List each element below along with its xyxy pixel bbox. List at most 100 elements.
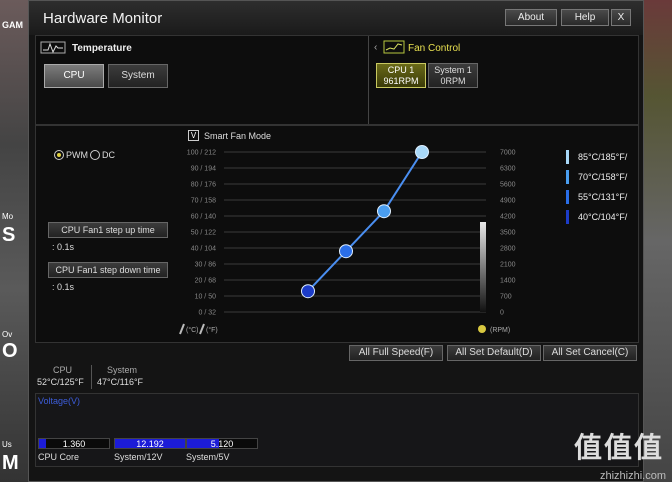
bg-text: S [2,224,16,246]
background-left-strip: GAM Mo S Ov O Us M [0,0,30,482]
bg-text: Mo [2,212,14,221]
all-set-cancel-button[interactable]: All Set Cancel(C) [543,345,637,361]
y-left-tick-label: 40 / 104 [191,246,216,253]
bg-text: Us [2,440,12,449]
voltage-value: 5.120 [210,439,234,449]
thermometer-icon [199,323,205,335]
bg-text: M [2,452,19,474]
fan-curve-point [415,145,429,159]
y-right-tick-label: 2100 [500,262,516,269]
fan-cpu1-name: CPU 1 [387,65,415,75]
rpm-indicator-bar [480,222,486,312]
step-down-time-value: : 0.1s [52,282,75,292]
y-right-tick-label: 1400 [500,278,516,285]
voltage-value: 1.360 [62,439,86,449]
fan-curve-panel: PWM DC CPU Fan1 step up time : 0.1s CPU … [35,125,639,343]
smart-fan-checkbox[interactable]: V [188,130,199,141]
y-left-tick-label: 0 / 32 [198,310,216,317]
pwm-label: PWM [66,150,88,160]
y-left-tick-label: 10 / 50 [195,294,217,301]
hardware-monitor-window: Hardware Monitor About Help X Temperatur… [28,0,644,482]
thermometer-icon [179,323,185,335]
step-down-time-button[interactable]: CPU Fan1 step down time [48,262,168,278]
pwm-radio[interactable] [54,150,64,160]
y-left-tick-label: 50 / 122 [191,230,216,237]
step-up-time-value: : 0.1s [52,242,75,252]
fan-cpu1-rpm: 961RPM [383,76,419,86]
help-button[interactable]: Help [561,9,609,26]
y-right-tick-label: 3500 [500,230,516,237]
legend-swatch [566,210,569,224]
fan-control-icon [383,40,405,54]
x-unit-celsius: (°C) [186,326,199,334]
voltage-value: 12.192 [136,439,164,449]
fan-curve-point [339,244,353,259]
legend-temp: 40°C/104°F/ [578,212,628,222]
y-left-tick-label: 100 / 212 [187,150,216,157]
y-right-tick-label: 7000 [500,150,516,157]
dc-radio[interactable] [90,150,100,160]
legend-swatch [566,190,569,204]
legend-swatch [566,170,569,184]
legend-swatch [566,150,569,164]
y-right-tick-label: 0 [500,310,504,317]
all-full-speed-button[interactable]: All Full Speed(F) [349,345,443,361]
fan-system1-rpm: 0RPM [440,76,466,86]
rpm-unit-label: (RPM) [490,327,510,334]
fan-system1-button[interactable]: System 1 0RPM [428,63,478,88]
step-up-time-button[interactable]: CPU Fan1 step up time [48,222,168,238]
legend-temp: 55°C/131°F/ [578,192,628,202]
y-left-tick-label: 20 / 68 [195,278,217,285]
y-left-tick-label: 70 / 158 [191,198,216,205]
readout-system-name: System [107,365,138,375]
window-title: Hardware Monitor [43,10,163,27]
bg-text: GAM [2,20,23,30]
bg-text: O [2,340,18,362]
temperature-icon [40,41,66,54]
voltage-panel: Voltage(V) 1.360 CPU Core 12.192 System/12V… [35,393,639,467]
fan-curve-point [377,204,391,219]
y-right-tick-label: 2800 [500,246,516,253]
y-right-tick-label: 4200 [500,214,516,221]
fan-icon [478,325,486,333]
fan-curve-point [301,284,315,299]
y-right-tick-label: 5600 [500,182,516,189]
fan-curve-chart[interactable]: 100 / 212 700090 / 194 630080 / 176 560070 … [176,144,636,340]
top-panel: Temperature CPU System ‹ Fan Control CPU… [35,35,639,125]
y-right-tick-label: 700 [500,294,512,301]
dc-label: DC [102,150,115,160]
divider [91,365,92,389]
y-left-tick-label: 60 / 140 [191,214,216,221]
readout-system-value: 47°C/116°F [97,377,144,387]
voltage-bar: 12.192 [114,438,186,449]
y-left-tick-label: 80 / 176 [191,182,216,189]
smart-fan-label: Smart Fan Mode [204,131,272,141]
fan-control-title: Fan Control [408,43,461,54]
voltage-title: Voltage(V) [38,396,81,406]
legend-temp: 85°C/185°F/ [578,152,628,162]
fan-cpu1-button[interactable]: CPU 1 961RPM [376,63,426,88]
about-button[interactable]: About [505,9,557,26]
fan-curve-line [307,151,423,292]
y-right-tick-label: 4900 [500,198,516,205]
bg-text: Ov [2,330,13,339]
voltage-label: System/12V [114,452,163,462]
voltage-bar: 1.360 [38,438,110,449]
voltage-label: System/5V [186,452,230,462]
y-left-tick-label: 90 / 194 [191,166,216,173]
watermark-url: zhizhizhi.com [599,470,666,482]
watermark-logo: 值值值 [573,432,664,463]
y-left-tick-label: 30 / 86 [195,262,217,269]
y-right-tick-label: 6300 [500,166,516,173]
tab-temperature-system[interactable]: System [108,64,168,88]
readout-cpu-name: CPU [53,365,73,375]
close-button[interactable]: X [611,9,631,26]
title-bar: Hardware Monitor About Help X [29,1,643,35]
all-set-default-button[interactable]: All Set Default(D) [447,345,541,361]
chevron-left-icon[interactable]: ‹ [374,42,377,53]
tab-temperature-cpu[interactable]: CPU [44,64,104,88]
legend-temp: 70°C/158°F/ [578,172,628,182]
x-unit-fahrenheit: (°F) [206,326,218,334]
voltage-label: CPU Core [38,452,80,462]
divider [368,36,369,124]
